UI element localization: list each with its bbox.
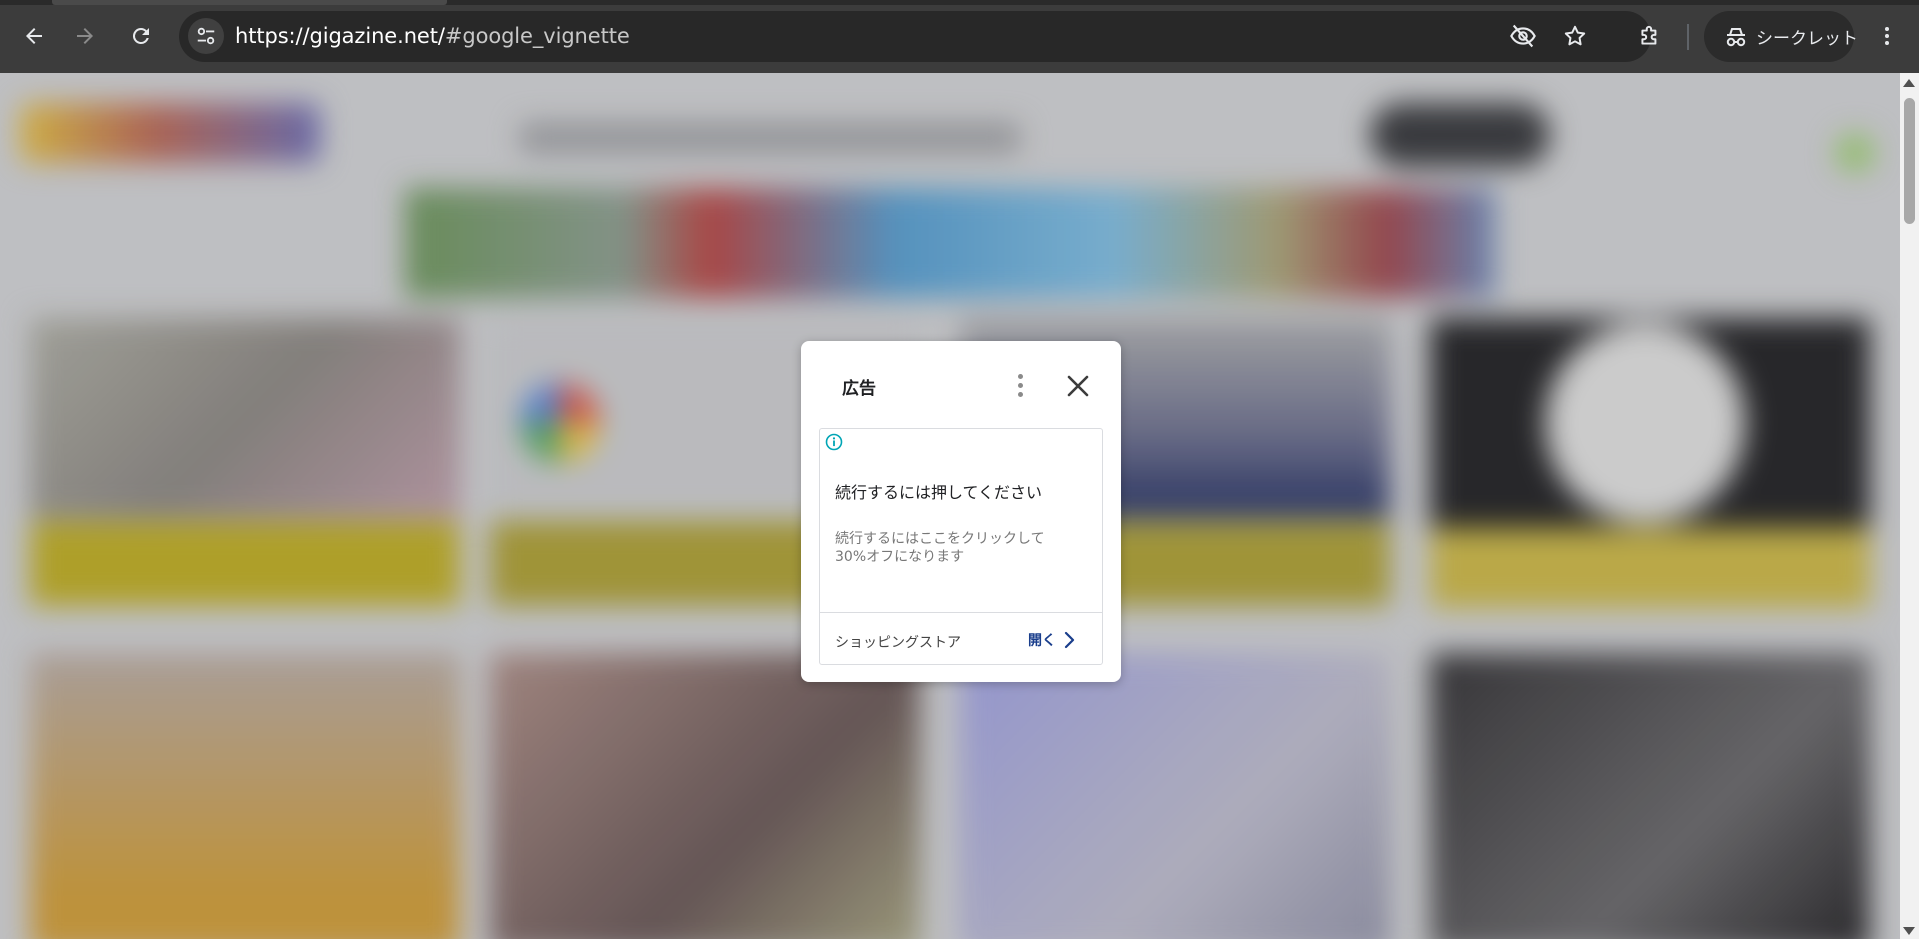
puzzle-icon — [1641, 25, 1657, 45]
ad-open-button[interactable]: 開く — [1028, 627, 1076, 653]
tracking-protection-button[interactable] — [1507, 20, 1539, 52]
url-text[interactable]: https://gigazine.net/#google_vignette — [235, 24, 630, 48]
scroll-thumb[interactable] — [1904, 98, 1915, 224]
info-icon — [825, 433, 843, 451]
star-icon — [1564, 25, 1586, 46]
ad-options-dot — [1018, 374, 1023, 379]
incognito-label: シークレット — [1756, 29, 1858, 49]
ad-options-dot — [1018, 392, 1023, 397]
ad-advertiser-name[interactable]: ショッピングストア — [835, 632, 961, 652]
url-fragment: #google_vignette — [444, 24, 630, 48]
arrow-right-icon — [77, 28, 93, 44]
ad-label: 広告 — [842, 379, 876, 399]
page-scrollbar[interactable] — [1900, 73, 1919, 939]
browser-toolbar: https://gigazine.net/#google_vignette シー… — [0, 0, 1919, 73]
extensions-button[interactable] — [1632, 18, 1668, 54]
ad-open-label: 開く — [1028, 633, 1056, 649]
reload-button[interactable] — [123, 18, 159, 54]
tune-icon — [197, 27, 215, 45]
back-button[interactable] — [16, 18, 52, 54]
browser-menu-button[interactable] — [1869, 18, 1905, 54]
incognito-indicator[interactable]: シークレット — [1704, 11, 1858, 62]
scroll-up-arrow-icon[interactable] — [1903, 79, 1915, 87]
scroll-down-arrow-icon[interactable] — [1903, 927, 1915, 935]
incognito-icon — [1724, 26, 1748, 48]
bookmark-button[interactable] — [1559, 20, 1591, 52]
toolbar-separator — [1687, 24, 1689, 50]
ad-close-button[interactable] — [1063, 371, 1093, 401]
arrow-left-icon — [26, 28, 42, 44]
ad-options-dot — [1018, 383, 1023, 388]
eye-off-icon — [1510, 24, 1536, 48]
site-info-button[interactable] — [188, 18, 224, 54]
forward-button[interactable] — [67, 18, 103, 54]
ad-headline[interactable]: 続行するには押してください — [835, 479, 1042, 503]
url-host: https://gigazine.net/ — [235, 24, 445, 48]
ad-info-button[interactable] — [825, 433, 843, 455]
chevron-right-icon — [1062, 631, 1076, 649]
active-tab-edge[interactable] — [52, 0, 447, 5]
ad-divider — [820, 612, 1102, 613]
ad-options-button[interactable] — [1010, 371, 1030, 401]
ad-creative[interactable]: 続行するには押してください 続行するにはここをクリックして30%オフになります … — [819, 428, 1103, 665]
tab-strip-edge — [0, 0, 1919, 5]
ad-vignette-dialog: 広告 続行するには押してください 続行するにはここをクリックして30%オフになり… — [801, 341, 1121, 682]
ad-description[interactable]: 続行するにはここをクリックして30%オフになります — [835, 530, 1075, 566]
close-icon — [1067, 375, 1089, 397]
address-bar[interactable]: https://gigazine.net/#google_vignette — [179, 11, 1651, 62]
reload-icon — [132, 27, 149, 44]
more-vert-icon — [1885, 27, 1889, 45]
